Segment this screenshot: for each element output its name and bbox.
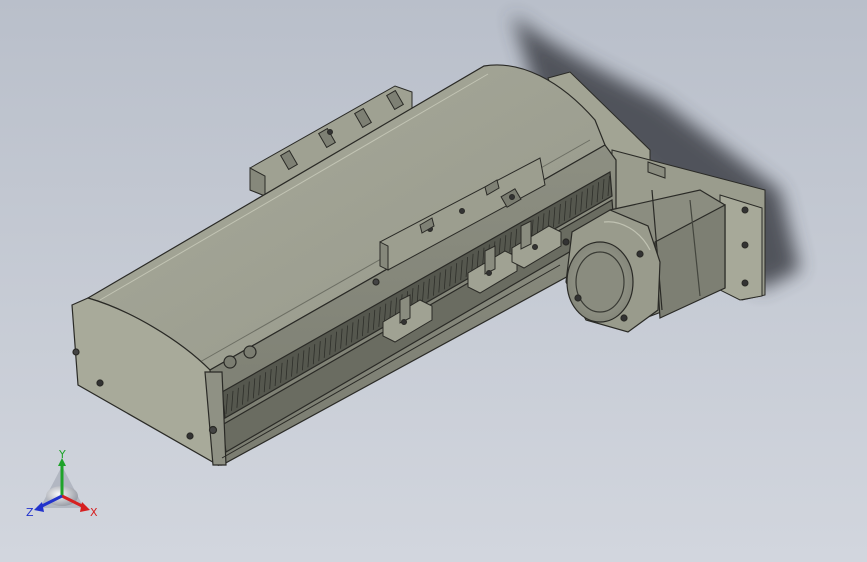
z-axis-label: Z	[26, 506, 34, 519]
y-axis-label: Y	[58, 448, 66, 461]
linear-actuator-model[interactable]	[0, 0, 867, 562]
axis-triad: Y X Z	[26, 448, 98, 519]
cad-viewport[interactable]: Y X Z	[0, 0, 867, 562]
x-axis-label: X	[90, 506, 98, 519]
